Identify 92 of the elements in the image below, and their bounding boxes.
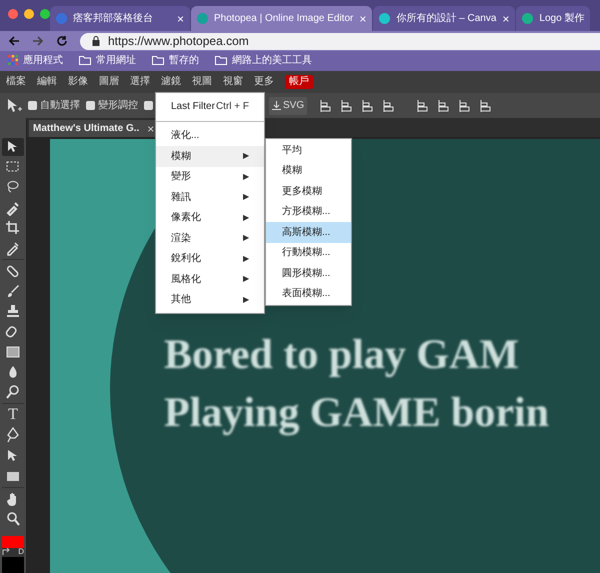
menu-item[interactable]: 風格化 ▶ [156,269,264,290]
site-icon [197,13,208,24]
url-text: https://www.photopea.com [108,33,249,50]
align-icon[interactable] [416,100,430,112]
checkbox[interactable]: 自動選擇 [28,98,80,113]
menu-item[interactable]: 高斯模糊... [266,222,351,242]
align-icon[interactable] [382,100,396,112]
eyedropper-tool-icon [5,240,21,256]
menu-item[interactable]: 變形 ▶ [156,166,264,187]
submenu-arrow: ▶ [243,232,249,244]
menu-item[interactable]: 檔案 [6,77,26,87]
dodge-tool-icon [5,384,21,400]
align-icon[interactable] [340,100,354,112]
menu-item[interactable]: 圓形模糊... [266,263,351,284]
close-tab-button[interactable]: × [502,12,510,24]
site-icon [522,13,534,24]
account-button[interactable]: 帳戶 [285,75,313,89]
canvas-headline: Bored to play GAM [164,334,520,376]
submenu-arrow: ▶ [243,294,249,306]
checkbox[interactable] [144,101,153,110]
submenu-arrow: ▶ [243,252,249,265]
lasso-tool-icon [5,179,21,196]
bookmark[interactable]: 應用程式 [8,52,63,68]
browser-tab[interactable]: Photopea | Online Image Editor × [191,6,372,31]
menu-item[interactable]: 雜訊 ▶ [156,187,264,208]
browser-tab[interactable]: 痞客邦部落格後台 × [50,6,190,31]
align-icon[interactable] [458,100,472,112]
submenu-arrow: ▶ [243,212,249,224]
menu-item[interactable]: 視窗 [223,77,243,87]
menu-item[interactable]: 銳利化 ▶ [156,248,264,269]
browser-tab[interactable]: 你所有的設計 – Canva × [373,6,516,31]
submenu-arrow: ▶ [243,191,249,204]
menu-item[interactable]: 模糊 [266,160,351,181]
crop-tool-icon [5,220,21,236]
align-icon[interactable] [361,100,376,112]
menu-item[interactable]: 影像 [68,77,88,87]
canvas-headline: Playing GAME borin [164,392,550,434]
tool-button[interactable] [2,138,24,156]
bookmark[interactable]: 暫存的 [152,52,199,68]
bookmark[interactable]: 常用網址 [79,52,136,68]
menu-item[interactable]: 視圖 [192,77,212,87]
folder-icon [79,55,91,65]
close-tab-button[interactable]: × [147,122,154,134]
menu-item[interactable]: 行動模糊... [266,242,351,263]
menu-item[interactable]: 平均 [266,140,351,160]
align-icon[interactable] [479,100,494,112]
folder-icon [152,55,164,65]
background-color-swatch[interactable] [2,557,24,573]
menu-item[interactable]: 方形模糊... [266,202,351,222]
align-icon[interactable] [319,100,334,112]
menu-item[interactable]: 其他 ▶ [156,290,264,310]
folder-icon [215,55,227,65]
menu-item[interactable]: 濾鏡 [161,77,181,87]
bookmark[interactable]: 網路上的美工工具 [215,52,312,68]
site-icon [56,13,67,24]
menu-item[interactable]: 更多 [254,77,274,87]
zoom-tool-icon [5,511,21,528]
forward-icon[interactable] [32,35,44,47]
browser-tab[interactable]: Logo 製作 [516,6,590,31]
back-icon[interactable] [8,35,20,47]
submenu-arrow: ▶ [243,170,249,183]
foreground-color-swatch[interactable] [2,536,24,548]
menu-item[interactable]: 更多模糊 [266,181,351,202]
svg-export-button[interactable]: SVG [269,96,308,114]
close-tab-button[interactable]: × [359,12,366,24]
submenu-arrow: ▶ [243,273,249,286]
menu-item[interactable]: 像素化 ▶ [156,208,264,228]
shortcut-text: Ctrl + F [216,100,249,114]
menu-item[interactable]: 液化... [156,126,264,146]
close-tab-button[interactable]: × [176,12,184,24]
menu-item[interactable]: 渲染 ▶ [156,228,264,248]
align-icon[interactable] [437,100,452,112]
apps-grid-icon [8,55,18,65]
brush-tool-icon [5,283,21,300]
reload-icon[interactable] [56,35,68,47]
menu-item[interactable]: 編輯 [37,77,57,87]
download-icon [272,101,281,110]
menu-item[interactable]: 圖層 [99,77,119,87]
lock-icon [92,36,100,46]
menu-item[interactable]: 模糊 ▶ [156,146,264,166]
tool-button[interactable]: T [2,406,24,424]
pen-tool-icon [5,427,21,444]
stamp-tool-icon [5,303,21,320]
menu-item[interactable]: 選擇 [130,77,150,87]
submenu-arrow: ▶ [243,150,249,162]
address-field[interactable]: https://www.photopea.com [80,32,600,50]
checkbox[interactable]: 變形調控 [86,98,138,113]
menu-item[interactable]: Last FilterCtrl + F [156,96,264,116]
menu-item[interactable]: 表面模糊... [266,284,351,304]
site-icon [379,13,390,24]
move-tool-icon[interactable] [6,98,22,114]
swap-colors-icon[interactable] [2,548,10,556]
